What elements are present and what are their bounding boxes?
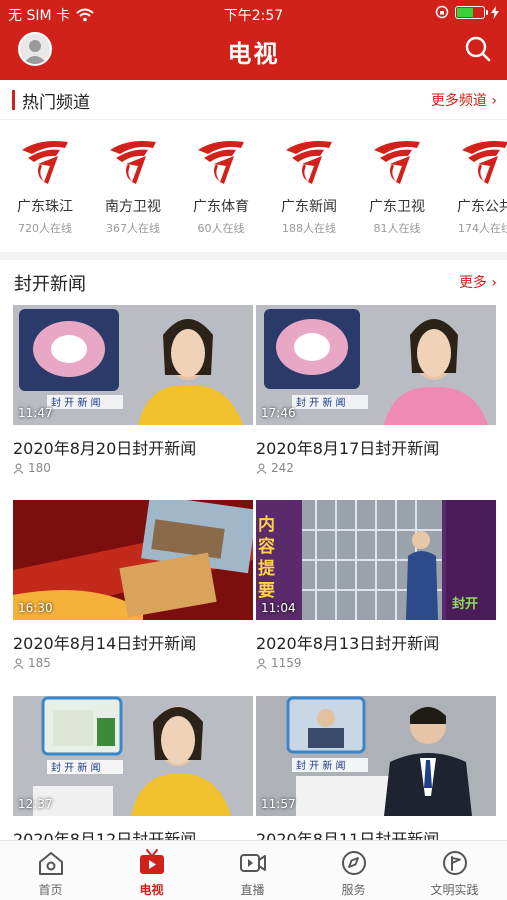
tab-label: 电视: [139, 883, 164, 897]
channel-name: 广东新闻: [281, 199, 337, 215]
view-count: 242: [271, 461, 294, 475]
channel-item[interactable]: 广东珠江 720人在线: [0, 122, 90, 247]
news-section-title: 封开新闻: [14, 274, 86, 295]
news-video-card[interactable]: 16:30 2020年8月14日封开新闻 185: [13, 500, 253, 690]
news-section-header: 封开新闻 更多 ›: [0, 260, 507, 304]
status-bar: 无 SIM 卡 下午2:57: [0, 0, 507, 26]
section-divider: [0, 252, 507, 260]
news-banner-caption: 封 开 新 闻: [296, 396, 346, 409]
channel-online-count: 174人在线: [458, 222, 507, 235]
review-caption-4: 要: [258, 581, 275, 601]
viewer-icon: [256, 658, 267, 669]
tab-label: 首页: [38, 883, 63, 897]
channel-online-count: 81人在线: [373, 222, 421, 235]
tab-label: 直播: [240, 883, 265, 897]
channel-item[interactable]: 广东新闻 188人在线: [264, 122, 354, 247]
search-icon[interactable]: [463, 34, 493, 64]
video-duration: 12:37: [18, 797, 53, 811]
hot-channels-title: 热门频道: [22, 93, 90, 113]
video-thumbnail: 封 开 新 闻 17:46: [256, 305, 496, 425]
orientation-lock-icon: [435, 5, 449, 19]
bottom-tab-bar: 首页 电视 直播 服务 文明实践: [0, 840, 507, 900]
tab-label: 文明实践: [430, 883, 479, 897]
review-caption-2: 容: [258, 536, 275, 557]
channel-name: 广东珠江: [17, 199, 73, 215]
tab-label: 服务: [341, 883, 366, 897]
channel-item[interactable]: 南方卫视 367人在线: [88, 122, 178, 247]
news-video-card[interactable]: 封 开 新 闻 11:47 2020年8月20日封开新闻 180: [13, 305, 253, 495]
gdtv-logo-icon: [462, 141, 507, 184]
viewer-icon: [13, 463, 24, 474]
video-title: 2020年8月13日封开新闻: [256, 634, 440, 653]
channel-name: 广东公共: [457, 199, 507, 215]
video-title: 2020年8月20日封开新闻: [13, 439, 197, 458]
channel-name: 南方卫视: [105, 199, 161, 215]
tv-page: 无 SIM 卡 下午2:57 电视 热门频道 更多频道 › 广东珠江 720人在…: [0, 0, 507, 900]
channel-item[interactable]: 广东体育 60人在线: [176, 122, 266, 247]
more-news-link[interactable]: 更多 ›: [459, 272, 497, 292]
channel-name: 广东卫视: [369, 199, 425, 215]
channel-online-count: 60人在线: [197, 222, 245, 235]
more-channels-link[interactable]: 更多频道 ›: [431, 90, 497, 110]
page-title: 电视: [227, 40, 280, 68]
channel-name: 广东体育: [193, 199, 249, 215]
channel-item[interactable]: 广东公共 174人在线: [440, 122, 507, 247]
video-thumbnail: 内 容 提 要 封开 11:04: [256, 500, 496, 620]
news-banner-caption: 封 开 新 闻: [51, 761, 101, 774]
home-icon: [39, 852, 63, 875]
gdtv-logo-icon: [198, 141, 244, 184]
gdtv-logo-icon: [110, 141, 156, 184]
hot-channel-list: 广东珠江 720人在线 南方卫视 367人在线 广东体育 60人在线 广东新闻 …: [0, 122, 507, 252]
compass-icon: [342, 851, 366, 875]
battery-icon: [455, 5, 488, 19]
station-logo-caption: 封开: [452, 596, 478, 612]
view-count: 180: [28, 461, 51, 475]
news-banner-caption: 封 开 新 闻: [51, 396, 101, 409]
charging-icon: [491, 5, 499, 19]
tab-home[interactable]: 首页: [0, 841, 101, 900]
video-duration: 11:57: [261, 797, 296, 811]
view-count: 185: [28, 656, 51, 670]
review-caption-1: 内: [258, 514, 275, 535]
gdtv-logo-icon: [374, 141, 420, 184]
live-camera-icon: [240, 854, 266, 872]
channel-item[interactable]: 广东卫视 81人在线: [352, 122, 442, 247]
tab-tv[interactable]: 电视: [101, 841, 202, 900]
video-thumbnail: 封 开 新 闻 11:57: [256, 696, 496, 816]
app-header: 无 SIM 卡 下午2:57 电视: [0, 0, 507, 80]
video-duration: 11:04: [261, 601, 296, 615]
video-thumbnail: 封 开 新 闻 12:37: [13, 696, 253, 816]
tab-civilization-practice[interactable]: 文明实践: [404, 841, 505, 900]
status-time: 下午2:57: [223, 8, 284, 24]
review-caption-3: 提: [258, 559, 276, 579]
video-title: 2020年8月17日封开新闻: [256, 439, 440, 458]
video-duration: 17:46: [261, 406, 296, 420]
video-thumbnail: 封 开 新 闻 11:47: [13, 305, 253, 425]
tab-service[interactable]: 服务: [303, 841, 404, 900]
flag-icon: [443, 851, 467, 875]
news-video-card[interactable]: 内 容 提 要 封开 11:04 2020年8月13日封开新闻 1159: [256, 500, 496, 690]
view-count: 1159: [271, 656, 302, 670]
video-duration: 11:47: [18, 406, 53, 420]
channel-online-count: 367人在线: [106, 222, 160, 235]
viewer-icon: [256, 463, 267, 474]
channel-online-count: 188人在线: [282, 222, 336, 235]
hot-channels-header: 热门频道 更多频道 ›: [0, 80, 507, 120]
news-banner-caption: 封 开 新 闻: [296, 759, 346, 772]
video-thumbnail: 16:30: [13, 500, 253, 620]
section-accent-bar: [12, 90, 15, 110]
channel-online-count: 720人在线: [18, 222, 72, 235]
tab-live[interactable]: 直播: [202, 841, 303, 900]
viewer-icon: [13, 658, 24, 669]
nav-bar: 电视: [0, 26, 507, 80]
gdtv-logo-icon: [286, 141, 332, 184]
gdtv-logo-icon: [22, 141, 68, 184]
tv-icon: [140, 849, 164, 874]
video-title: 2020年8月14日封开新闻: [13, 634, 197, 653]
news-video-card[interactable]: 封 开 新 闻 17:46 2020年8月17日封开新闻 242: [256, 305, 496, 495]
video-duration: 16:30: [18, 601, 53, 615]
